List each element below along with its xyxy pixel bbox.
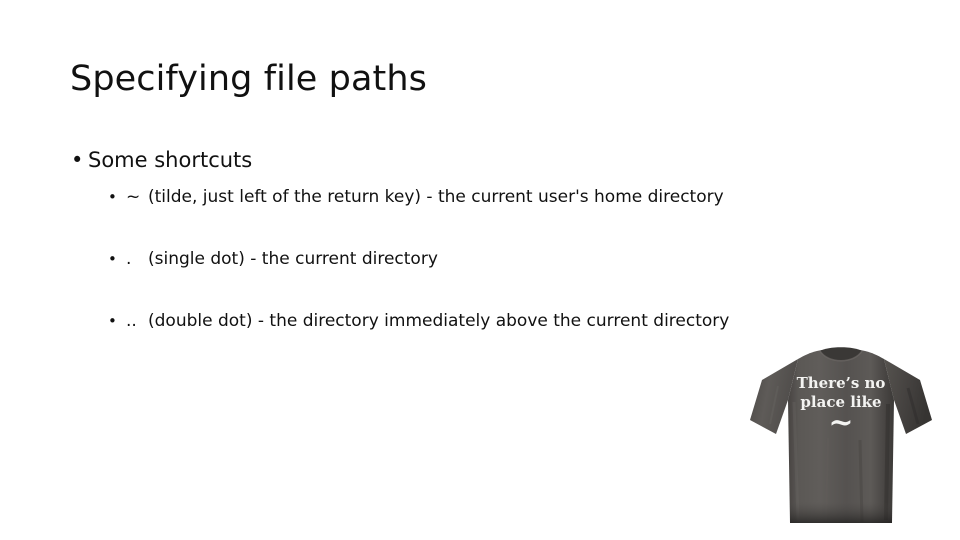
bullet-icon: • bbox=[108, 250, 117, 268]
shortcut-description-single-dot: (single dot) - the current directory bbox=[148, 249, 438, 269]
shortcut-symbol-double-dot: .. bbox=[126, 311, 137, 331]
list-item-level1-label: Some shortcuts bbox=[88, 148, 253, 172]
presentation-slide: Specifying file paths • Some shortcuts • ~… bbox=[0, 0, 960, 540]
tshirt-print-tilde: ~ bbox=[828, 405, 853, 440]
list-item-double-dot: •.. (double dot) - the directory immediat… bbox=[62, 309, 922, 333]
tshirt-image: There’s no place like ~ bbox=[742, 342, 940, 528]
list-item-single-dot: •. (single dot) - the current directory bbox=[62, 247, 922, 271]
tshirt-hem-shadow bbox=[790, 502, 892, 523]
shortcut-description-double-dot: (double dot) - the directory immediately… bbox=[148, 311, 730, 331]
shortcut-symbol-single-dot: . bbox=[126, 249, 132, 269]
bullet-icon: • bbox=[71, 148, 84, 172]
content-placeholder: • Some shortcuts • ~ (tilde, just left of t… bbox=[62, 146, 922, 371]
tshirt-graphic: There’s no place like ~ bbox=[750, 347, 932, 523]
page-title: Specifying file paths bbox=[70, 59, 427, 99]
tshirt-print-line1: There’s no bbox=[797, 374, 886, 392]
shortcut-description-tilde: (tilde, just left of the return key) - t… bbox=[148, 187, 724, 207]
shortcut-symbol-tilde: ~ bbox=[126, 187, 141, 207]
list-item-tilde: • ~ (tilde, just left of the return key) -… bbox=[62, 185, 922, 209]
bullet-icon: • bbox=[108, 188, 117, 206]
bullet-icon: • bbox=[108, 312, 117, 330]
list-item-level1: • Some shortcuts bbox=[62, 146, 922, 174]
